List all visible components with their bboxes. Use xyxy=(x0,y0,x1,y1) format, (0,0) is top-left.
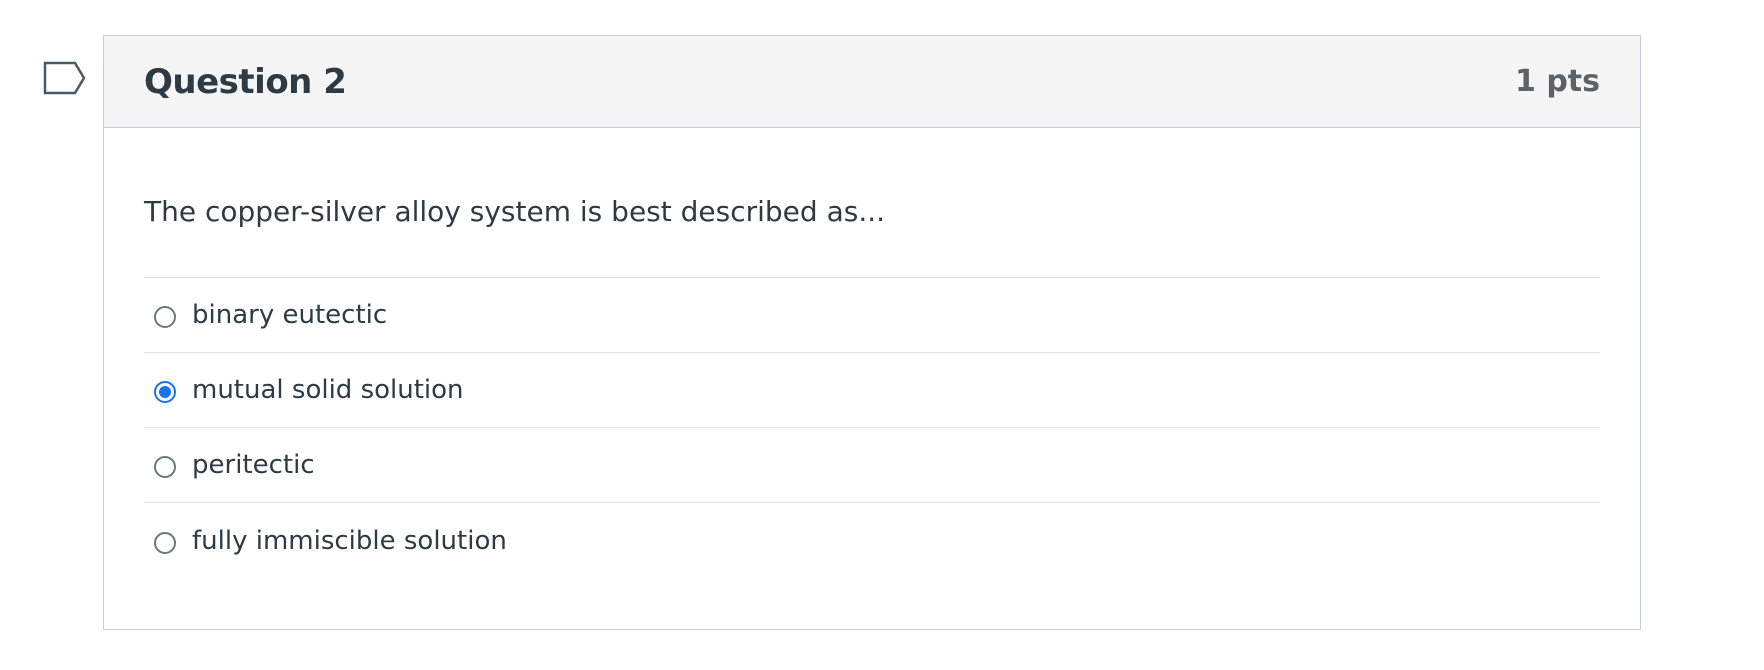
answer-option[interactable]: mutual solid solution xyxy=(144,353,1600,428)
answer-option[interactable]: binary eutectic xyxy=(144,278,1600,353)
question-text: The copper-silver alloy system is best d… xyxy=(144,195,886,228)
question-points: 1 pts xyxy=(1515,64,1600,99)
answer-label: peritectic xyxy=(192,450,315,480)
answer-label: fully immiscible solution xyxy=(192,525,507,556)
question-body: The copper-silver alloy system is best d… xyxy=(104,193,1640,578)
answer-label: binary eutectic xyxy=(192,300,388,330)
radio-unchecked-icon[interactable] xyxy=(154,306,176,328)
answer-option[interactable]: peritectic xyxy=(144,428,1600,503)
radio-unchecked-icon[interactable] xyxy=(154,531,176,554)
question-header: Question 2 1 pts xyxy=(104,36,1640,128)
question-card: Question 2 1 pts The copper-silver alloy… xyxy=(103,35,1641,630)
question-title: Question 2 xyxy=(144,61,347,102)
radio-checked-icon[interactable] xyxy=(154,381,176,403)
answer-list: binary eutectic mutual solid solution pe… xyxy=(144,277,1600,578)
flag-question-icon[interactable] xyxy=(43,61,87,95)
radio-unchecked-icon[interactable] xyxy=(154,456,176,478)
answer-option[interactable]: fully immiscible solution xyxy=(144,503,1600,578)
answer-label: mutual solid solution xyxy=(192,375,464,405)
